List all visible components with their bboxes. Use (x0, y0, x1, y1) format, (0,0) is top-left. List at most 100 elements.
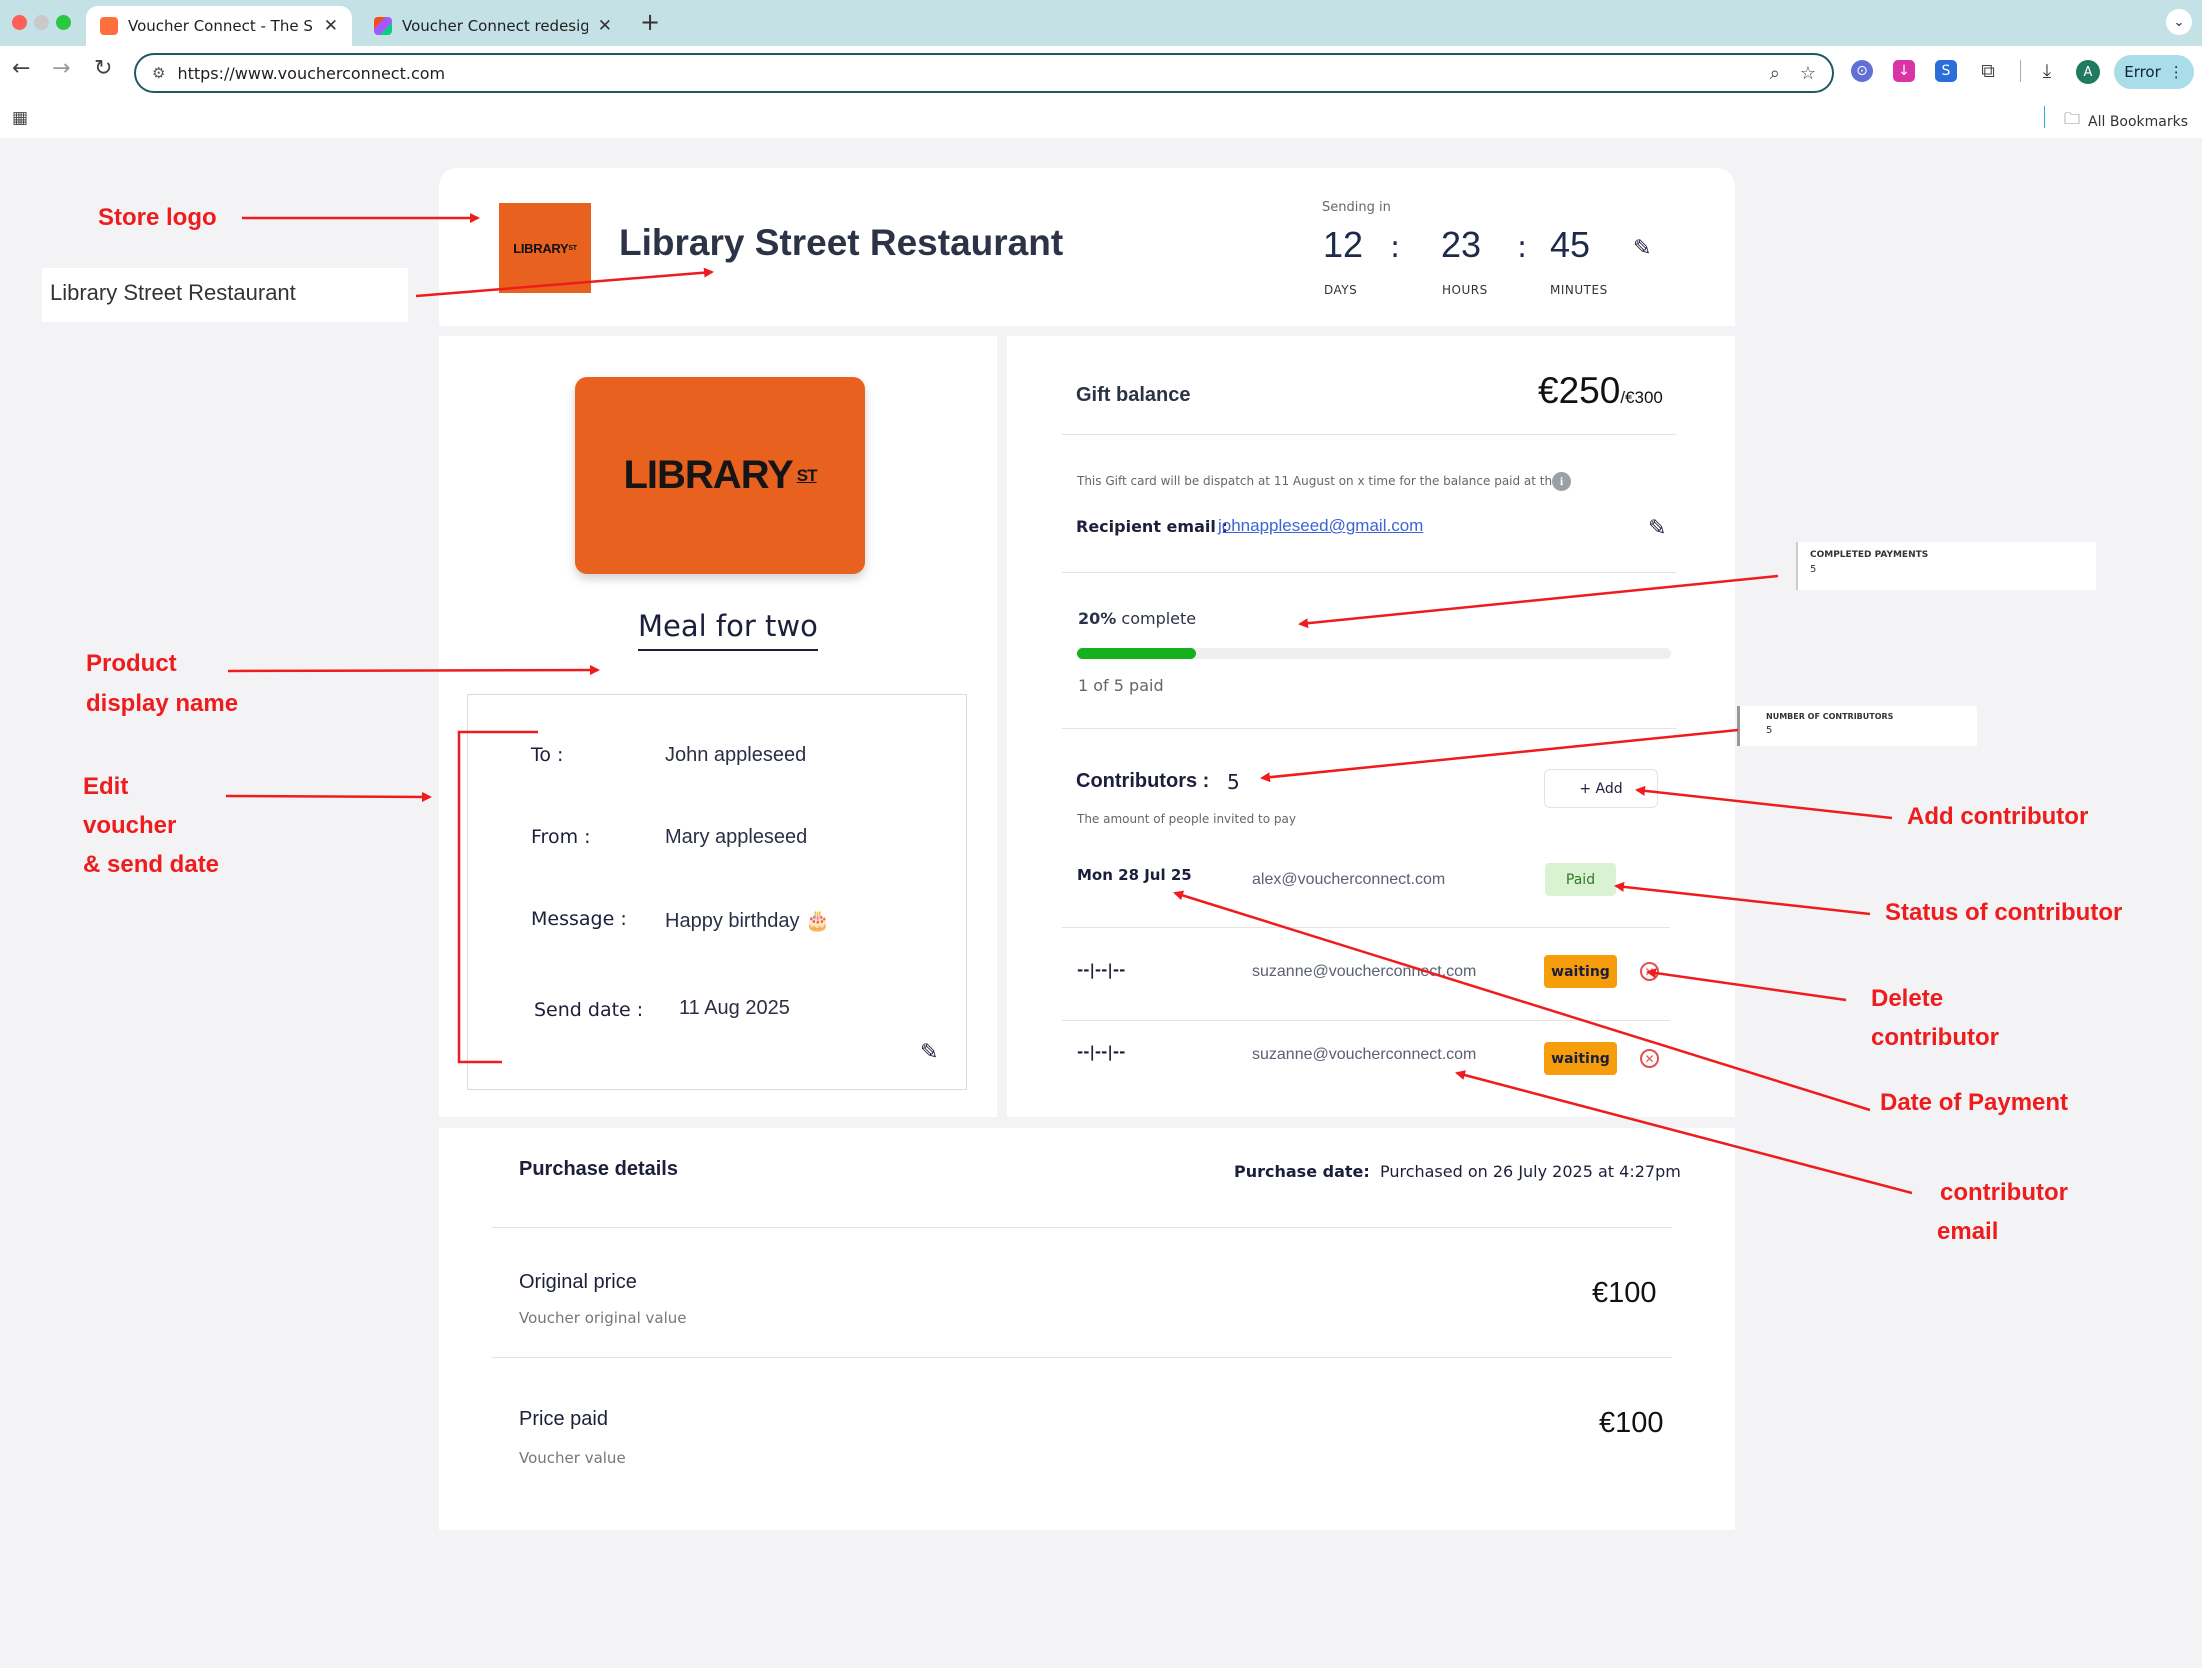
annotation-store-logo: Store logo (98, 204, 217, 231)
contributor-payment-date: Mon 28 Jul 25 (1077, 866, 1192, 884)
toolbar-divider (2020, 60, 2021, 82)
contributor-email: suzanne@voucherconnect.com (1252, 963, 1477, 980)
days-label: DAYS (1324, 283, 1358, 297)
bookmark-star-icon[interactable]: ☆ (1800, 63, 1816, 84)
divider (1062, 572, 1676, 573)
close-window-dot[interactable] (12, 15, 27, 30)
original-price-subtitle: Voucher original value (519, 1309, 687, 1327)
close-tab-icon[interactable]: ✕ (598, 16, 612, 36)
recipient-email-link[interactable]: johnappleseed@gmail.com (1218, 516, 1423, 536)
countdown-days: 12 (1323, 224, 1364, 265)
contributor-status-badge: waiting (1544, 955, 1617, 988)
contributor-email: suzanne@voucherconnect.com (1252, 1046, 1477, 1063)
recipient-email-label: Recipient email : (1076, 517, 1228, 536)
edit-countdown-pencil-icon[interactable]: ✎ (1633, 236, 1651, 261)
contributor-status-badge: Paid (1545, 863, 1616, 896)
price-paid-subtitle: Voucher value (519, 1449, 626, 1467)
delete-contributor-icon[interactable]: ✕ (1640, 962, 1659, 981)
from-value: Mary appleseed (665, 826, 808, 848)
edit-recipient-pencil-icon[interactable]: ✎ (1648, 516, 1666, 541)
tab-title: Voucher Connect - The Smar (128, 17, 314, 35)
all-bookmarks-label: All Bookmarks (2088, 113, 2189, 130)
zoom-icon[interactable]: ⌕ (1770, 63, 1780, 84)
forward-icon[interactable]: → (52, 56, 70, 81)
add-contributor-button[interactable]: + Add (1544, 769, 1658, 808)
tab-search-icon[interactable]: ⌄ (2166, 9, 2192, 35)
back-icon[interactable]: ← (12, 56, 30, 81)
annotation-date-of-payment: Date of Payment (1880, 1089, 2069, 1116)
voucher-image: LIBRARY ST (575, 377, 865, 574)
purchase-date: Purchase date: Purchased on 26 July 2025… (1234, 1162, 1681, 1181)
original-price-title: Original price (519, 1271, 637, 1293)
countdown-hours: 23 (1441, 224, 1482, 265)
balance-total: /€300 (1620, 388, 1663, 407)
divider (492, 1227, 1672, 1228)
info-icon[interactable]: i (1552, 472, 1571, 491)
percent-value: 20% (1078, 609, 1117, 628)
contributor-status-badge: waiting (1544, 1042, 1617, 1075)
url-text[interactable]: https://www.voucherconnect.com (177, 64, 1749, 83)
annotation-product-display-1: Product (86, 650, 177, 677)
apps-grid-icon[interactable]: ▦ (12, 108, 28, 128)
balance-paid: €250 (1538, 370, 1621, 411)
annotation-product-display-2: display name (86, 690, 239, 717)
maximize-window-dot[interactable] (56, 15, 71, 30)
minutes-label: MINUTES (1550, 283, 1608, 297)
annotation-contributor-email-1: contributor (1940, 1179, 2068, 1206)
voucher-image-sup: ST (796, 465, 818, 485)
divider (1062, 927, 1670, 928)
address-bar[interactable]: ⚙ https://www.voucherconnect.com ⌕ ☆ (134, 53, 1834, 93)
arrow-edit-voucher (225, 791, 432, 802)
annotation-edit-1: Edit (83, 773, 129, 800)
extension-2-icon[interactable]: ↓ (1893, 60, 1915, 82)
new-tab-icon[interactable]: + (640, 8, 660, 36)
tab-voucher-connect[interactable]: Voucher Connect - The Smar ✕ (86, 6, 352, 46)
extensions-puzzle-icon[interactable]: ⧉ (1977, 60, 1999, 82)
annotation-contributor-email-2: email (1937, 1218, 1999, 1245)
extension-3-icon[interactable]: S (1935, 60, 1957, 82)
to-value: John appleseed (665, 744, 807, 766)
contributors-title: Contributors : (1076, 770, 1210, 792)
send-date-label: Send date : (534, 999, 644, 1021)
profile-avatar[interactable]: A (2076, 60, 2100, 84)
edit-voucher-pencil-icon[interactable]: ✎ (920, 1040, 938, 1065)
contributor-payment-date: --|--|-- (1077, 961, 1126, 979)
contributor-payment-date: --|--|-- (1077, 1043, 1126, 1061)
all-bookmarks[interactable]: 🗀 All Bookmarks (2064, 108, 2188, 135)
close-tab-icon[interactable]: ✕ (324, 16, 338, 36)
gift-balance-title: Gift balance (1076, 384, 1191, 406)
message-value: Happy birthday 🎂 (665, 910, 830, 932)
contributors-count: 5 (1227, 770, 1240, 794)
countdown-minutes: 45 (1550, 224, 1591, 265)
message-label: Message : (531, 908, 627, 930)
completed-payments-title: COMPLETED PAYMENTS (1810, 550, 1929, 560)
annotation-edit-2: voucher (83, 812, 177, 839)
gift-balance-amount: €250/€300 (1538, 370, 1663, 412)
folder-icon: 🗀 (2064, 109, 2081, 128)
delete-contributor-icon[interactable]: ✕ (1640, 1049, 1659, 1068)
send-date-value: 11 Aug 2025 (679, 997, 790, 1019)
percent-complete: 20% complete (1078, 609, 1196, 628)
extension-1-icon[interactable]: ⊙ (1851, 60, 1873, 82)
countdown-colon: : (1390, 230, 1401, 265)
annotation-completed-payments: COMPLETED PAYMENTS 5 (1796, 542, 2096, 590)
downloads-icon[interactable]: ⤓ (2036, 60, 2058, 82)
minimize-window-dot[interactable] (34, 15, 49, 30)
tab-figma-redesign[interactable]: Voucher Connect redesign – I ✕ (360, 6, 626, 46)
site-settings-icon[interactable]: ⚙ (152, 64, 165, 82)
figma-favicon-icon (374, 17, 392, 35)
divider (1062, 728, 1676, 729)
percent-label: complete (1121, 609, 1197, 628)
sending-in-label: Sending in (1322, 200, 1391, 215)
completed-payments-value: 5 (1810, 564, 1817, 575)
bookmarks-divider (2044, 106, 2045, 128)
reload-icon[interactable]: ↻ (94, 56, 112, 81)
price-paid-value: €100 (1599, 1407, 1664, 1439)
store-logo: LIBRARY ST (499, 203, 591, 293)
number-of-contributors-title: NUMBER OF CONTRIBUTORS (1766, 712, 1894, 721)
menu-kebab-icon[interactable]: ⋮ (2169, 63, 2184, 81)
annotation-add-contributor: Add contributor (1907, 803, 2089, 830)
contributor-email: alex@voucherconnect.com (1252, 871, 1446, 888)
annotation-status-of-contributor: Status of contributor (1885, 899, 2123, 926)
error-button[interactable]: Error ⋮ (2114, 55, 2194, 89)
